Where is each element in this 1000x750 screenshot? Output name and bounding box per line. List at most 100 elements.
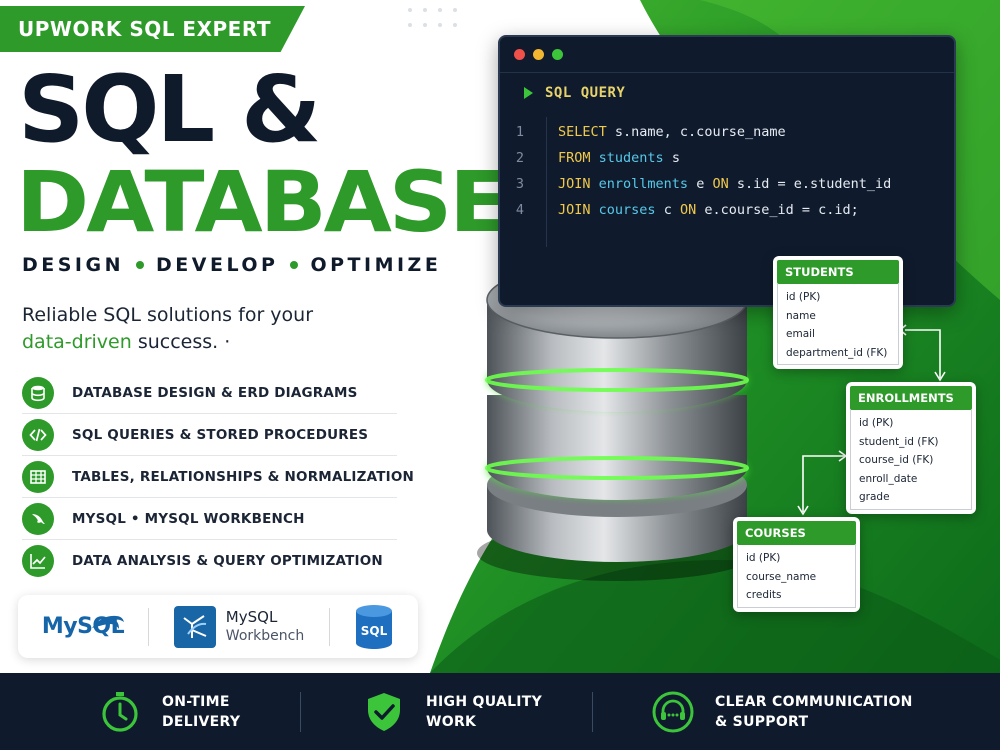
bullet-dot bbox=[290, 261, 299, 269]
code-header: SQL QUERY bbox=[524, 85, 625, 101]
feature-item: DATA ANALYSIS & QUERY OPTIMIZATION bbox=[22, 540, 397, 582]
upwork-badge: UPWORK SQL EXPERT bbox=[0, 6, 305, 52]
code-line: 1 SELECT s.name, c.course_name bbox=[500, 119, 954, 145]
database-cylinder-illustration bbox=[477, 261, 757, 581]
code-token: e.course_id = c.id; bbox=[696, 202, 859, 218]
feature-item: TABLES, RELATIONSHIPS & NORMALIZATION bbox=[22, 456, 414, 498]
line-number: 2 bbox=[515, 150, 525, 166]
divider bbox=[300, 692, 301, 732]
code-icon bbox=[22, 418, 54, 451]
perk-item: HIGH QUALITY WORK bbox=[362, 673, 542, 750]
maximize-dot-icon bbox=[552, 49, 563, 60]
headline-line2: DATABASE bbox=[16, 153, 509, 251]
entity-field: grade bbox=[859, 491, 890, 503]
line-number: 1 bbox=[515, 124, 525, 140]
bullet-dot bbox=[136, 261, 145, 269]
feature-item: DATABASE DESIGN & ERD DIAGRAMS bbox=[22, 372, 397, 414]
window-titlebar bbox=[500, 37, 954, 73]
feature-label: DATA ANALYSIS & QUERY OPTIMIZATION bbox=[72, 553, 383, 569]
tagline: DESIGN DEVELOP OPTIMIZE bbox=[22, 254, 441, 276]
entity-fields: id (PK) course_name credits bbox=[737, 545, 856, 608]
perk-line1: ON-TIME bbox=[162, 693, 230, 710]
tagline-item: OPTIMIZE bbox=[310, 254, 442, 276]
mysql-workbench-logo: MySQL Workbench bbox=[149, 605, 329, 648]
entity-enrollments: ENROLLMENTS id (PK) student_id (FK) cour… bbox=[846, 382, 976, 514]
entity-field: student_id (FK) bbox=[859, 435, 939, 448]
feature-label: DATABASE DESIGN & ERD DIAGRAMS bbox=[72, 384, 358, 401]
code-header-label: SQL QUERY bbox=[545, 85, 626, 101]
code-token: students bbox=[598, 150, 664, 166]
feature-item: MYSQL • MYSQL WORKBENCH bbox=[22, 498, 397, 540]
perk-line1: CLEAR COMMUNICATION bbox=[715, 693, 913, 710]
tech-logos-card: MySQL MySQL Workbench SQL bbox=[18, 595, 418, 658]
line-number: 4 bbox=[515, 202, 525, 218]
table-icon bbox=[22, 460, 54, 493]
entity-courses: COURSES id (PK) course_name credits bbox=[733, 517, 860, 612]
entity-field: course_name bbox=[746, 570, 817, 583]
code-line: 4 JOIN courses c ON e.course_id = c.id; bbox=[500, 197, 954, 223]
code-token: s bbox=[663, 150, 680, 166]
sql-database-icon: SQL bbox=[356, 604, 392, 649]
perk-line2: & SUPPORT bbox=[715, 713, 809, 730]
entity-field: name bbox=[786, 309, 816, 322]
feature-label: TABLES, RELATIONSHIPS & NORMALIZATION bbox=[72, 468, 415, 485]
code-token: JOIN bbox=[558, 202, 591, 218]
entity-field: department_id (FK) bbox=[786, 346, 888, 359]
code-token: e bbox=[688, 176, 713, 192]
line-number: 3 bbox=[515, 176, 525, 192]
entity-title: STUDENTS bbox=[777, 260, 899, 284]
code-token: s.name, c.course_name bbox=[606, 124, 786, 140]
entity-field: id (PK) bbox=[859, 417, 894, 429]
subtitle-highlight: data-driven bbox=[22, 331, 132, 353]
code-token: ON bbox=[679, 202, 697, 218]
entity-field: id (PK) bbox=[786, 291, 821, 303]
code-token: JOIN bbox=[558, 176, 591, 192]
badge-label: UPWORK SQL EXPERT bbox=[18, 17, 271, 41]
code-token: enrollments bbox=[598, 176, 689, 192]
feature-label: SQL QUERIES & STORED PROCEDURES bbox=[72, 426, 369, 443]
play-icon bbox=[524, 87, 533, 99]
database-icon bbox=[22, 376, 54, 409]
tagline-item: DEVELOP bbox=[156, 254, 279, 276]
entity-field: credits bbox=[746, 589, 782, 601]
feature-label: MYSQL • MYSQL WORKBENCH bbox=[72, 510, 305, 527]
dolphin-icon bbox=[22, 502, 54, 535]
code-token: courses bbox=[598, 202, 656, 218]
mysql-logo: MySQL bbox=[18, 614, 148, 639]
entity-field: email bbox=[786, 328, 815, 340]
code-line: 3 JOIN enrollments e ON s.id = e.student_… bbox=[500, 171, 954, 197]
tagline-item: DESIGN bbox=[22, 254, 125, 276]
shield-check-icon bbox=[368, 692, 400, 731]
code-line: 2 FROM students s bbox=[500, 145, 954, 171]
chart-icon bbox=[22, 545, 54, 577]
code-token: ON bbox=[712, 176, 729, 192]
code-token: c bbox=[655, 202, 680, 218]
headset-icon bbox=[652, 691, 694, 732]
subtitle-part2: success. · bbox=[131, 331, 231, 353]
entity-field: id (PK) bbox=[746, 552, 781, 564]
feature-item: SQL QUERIES & STORED PROCEDURES bbox=[22, 414, 397, 456]
subtitle-part1: Reliable SQL solutions for your bbox=[22, 304, 314, 326]
perk-item: ON-TIME DELIVERY bbox=[98, 673, 240, 750]
workbench-line2: Workbench bbox=[225, 627, 305, 644]
entity-students: STUDENTS id (PK) name email department_i… bbox=[773, 256, 903, 369]
headline-line1: SQL & bbox=[18, 56, 321, 163]
bottom-bar: ON-TIME DELIVERY HIGH QUALITY WORK CLEAR… bbox=[0, 673, 1000, 750]
perk-line1: HIGH QUALITY bbox=[426, 693, 543, 710]
entity-fields: id (PK) student_id (FK) course_id (FK) e… bbox=[850, 410, 972, 510]
subtitle: Reliable SQL solutions for your data-dri… bbox=[22, 302, 422, 356]
entity-title: ENROLLMENTS bbox=[850, 386, 972, 410]
entity-fields: id (PK) name email department_id (FK) bbox=[777, 284, 899, 365]
code-token: SELECT bbox=[558, 124, 607, 140]
perk-line2: WORK bbox=[426, 713, 477, 730]
entity-field: enroll_date bbox=[859, 472, 918, 485]
perk-line2: DELIVERY bbox=[162, 713, 241, 730]
stopwatch-icon bbox=[102, 691, 138, 732]
mysql-dolphin-icon bbox=[92, 615, 124, 629]
divider bbox=[592, 692, 593, 732]
entity-field: course_id (FK) bbox=[859, 454, 934, 466]
code-lines: 1 SELECT s.name, c.course_name 2 FROM stude… bbox=[500, 119, 954, 223]
code-token: s.id = e.student_id bbox=[728, 176, 892, 192]
